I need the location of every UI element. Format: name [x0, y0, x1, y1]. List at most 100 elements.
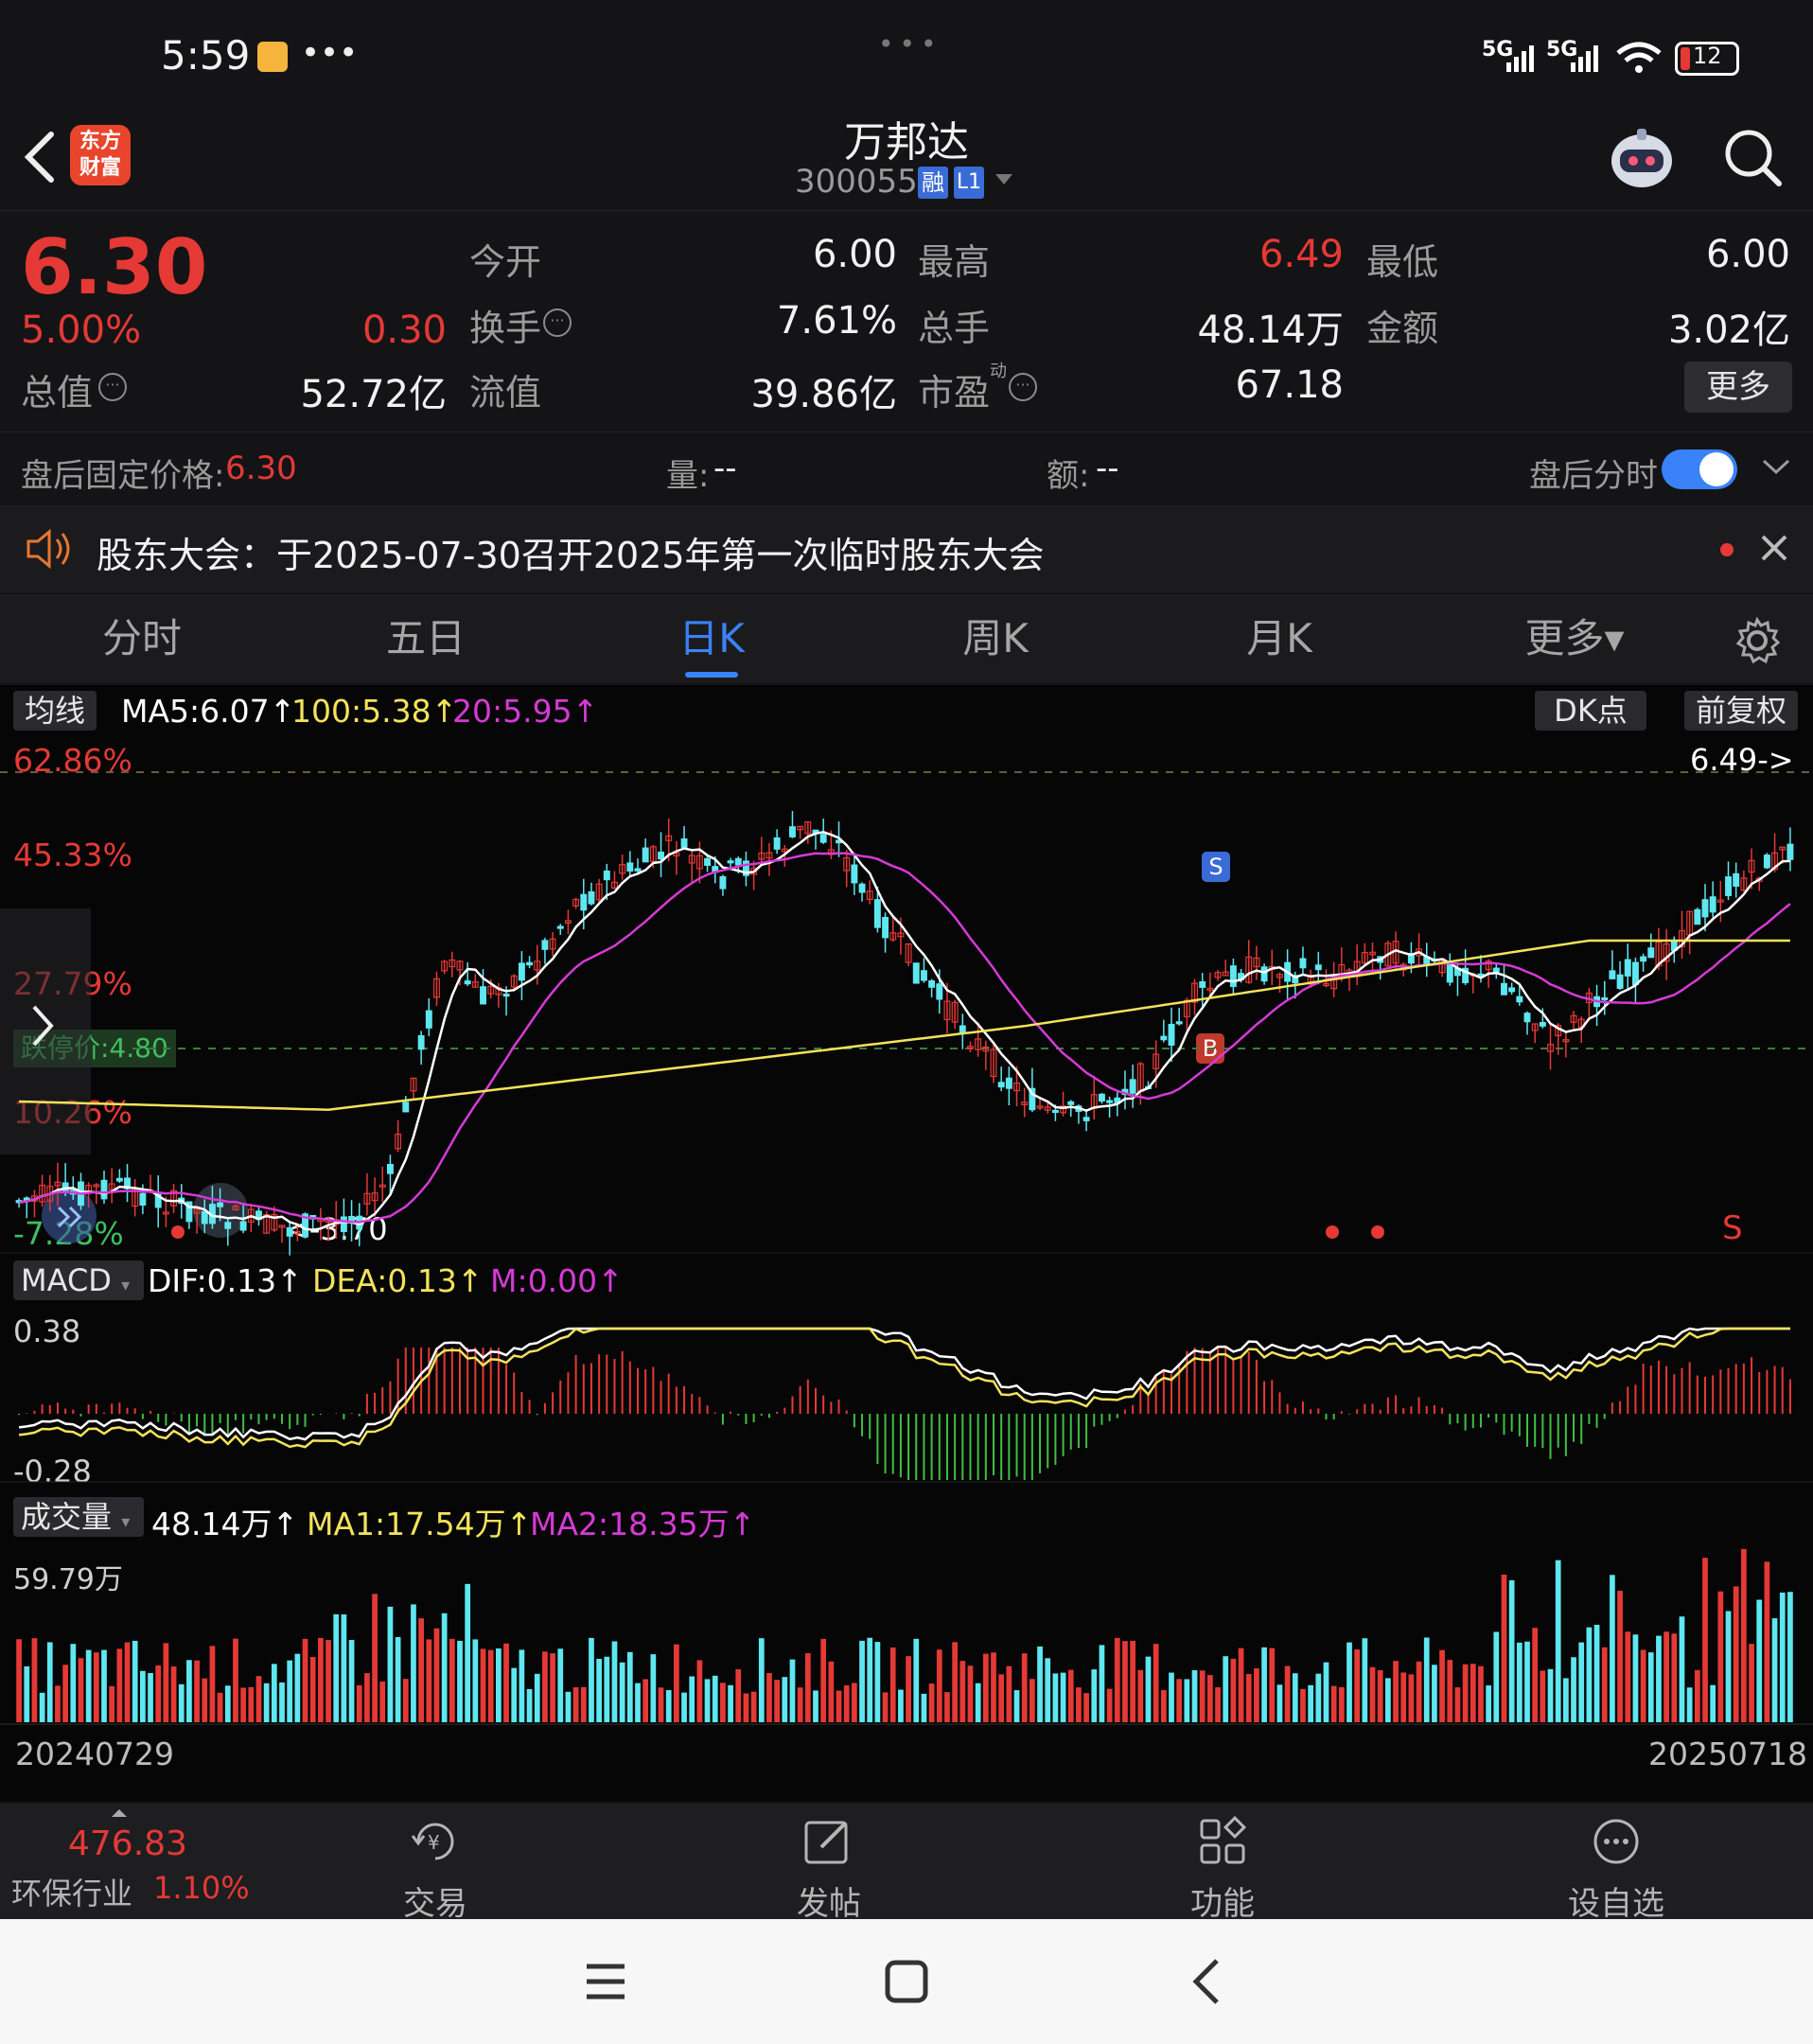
volume-bar [155, 1665, 162, 1722]
ah-volume-label: 量: [666, 457, 710, 495]
volume-bar [1516, 1642, 1523, 1722]
volume-bar [1741, 1548, 1747, 1722]
volume-bar [70, 1644, 77, 1722]
volume-bar [1764, 1561, 1770, 1722]
menu-icon[interactable] [583, 1961, 628, 2002]
functions-button[interactable]: 功能 [1128, 1804, 1317, 1924]
trade-button[interactable]: ¥ 交易 [341, 1804, 530, 1924]
volume-bar [789, 1659, 796, 1722]
volume-bar [101, 1649, 107, 1722]
candle-body [541, 940, 549, 950]
search-icon[interactable] [1722, 127, 1785, 189]
candle-body [959, 1025, 966, 1034]
volume-bar [1679, 1616, 1685, 1722]
tab-monthly-k[interactable]: 月K [1185, 594, 1374, 683]
volume-bar [294, 1653, 301, 1722]
info-icon[interactable]: ··· [98, 373, 127, 401]
volume-bar [928, 1683, 935, 1722]
candle-body [920, 970, 927, 981]
info-icon[interactable]: ··· [1009, 373, 1037, 401]
volume-bar [1787, 1592, 1793, 1722]
mktcap-value: 52.72亿 [300, 373, 447, 416]
volume-bar [596, 1659, 602, 1722]
close-icon[interactable] [1758, 532, 1790, 564]
tab-daily-k[interactable]: 日K [617, 594, 806, 683]
chart-canvas [0, 771, 1813, 1725]
candle-body [642, 847, 649, 863]
tab-more[interactable]: 更多▾ [1480, 594, 1669, 683]
tab-weekly-k[interactable]: 周K [901, 594, 1090, 683]
volume-bar [372, 1594, 378, 1722]
chevron-down-icon[interactable] [1760, 455, 1792, 478]
ah-toggle-label: 盘后分时 [1529, 457, 1658, 495]
after-hours-toggle[interactable] [1662, 449, 1737, 489]
ah-amount-value: -- [1096, 449, 1119, 487]
code-dropdown-icon[interactable] [995, 174, 1012, 185]
volume-bar [16, 1639, 22, 1722]
volume-bar [287, 1660, 293, 1722]
robot-assistant-icon[interactable] [1605, 123, 1679, 191]
gear-icon[interactable] [1734, 617, 1781, 664]
candle-body [1492, 967, 1500, 973]
expand-up-icon [112, 1809, 127, 1817]
volume-bar [1478, 1665, 1484, 1722]
candle-body [727, 860, 734, 864]
candle-body [773, 837, 781, 850]
candle-body [556, 925, 564, 929]
speaker-icon [26, 528, 70, 570]
info-icon[interactable]: ··· [543, 308, 572, 337]
back-nav-icon[interactable] [1187, 1957, 1224, 2006]
volume-bar [426, 1639, 432, 1722]
volume-bar [1756, 1599, 1763, 1722]
add-watchlist-button[interactable]: 设自选 [1522, 1804, 1711, 1924]
volume-bar [1169, 1672, 1174, 1722]
candle-body [1609, 970, 1616, 979]
volume-bar [557, 1648, 564, 1722]
volume-bar [326, 1640, 331, 1722]
tab-intraday[interactable]: 分时 [47, 594, 237, 683]
volume-bar [1254, 1668, 1259, 1722]
volume-bar [1207, 1675, 1213, 1722]
volume-bar [1300, 1688, 1306, 1722]
volume-bar [836, 1690, 842, 1722]
volume-bar [1447, 1660, 1453, 1722]
stock-name: 万邦达 [844, 118, 969, 167]
volume-bar [665, 1690, 672, 1722]
volume-bar [1710, 1684, 1716, 1722]
industry-name: 环保行业 [11, 1876, 133, 1912]
volume-bar [1454, 1687, 1461, 1722]
candle-body [1260, 966, 1268, 982]
volume-bar [1160, 1690, 1167, 1722]
notice-bar[interactable]: 股东大会：于2025-07-30召开2025年第一次临时股东大会 [0, 505, 1813, 592]
volume-bar [797, 1687, 803, 1722]
volume-bar [1555, 1559, 1561, 1722]
volume-bar [1647, 1652, 1654, 1722]
signal-bars-icon [1506, 45, 1534, 72]
volume-bar [148, 1673, 153, 1722]
volume-bar [1532, 1628, 1539, 1722]
candle-body [580, 893, 588, 911]
more-button[interactable]: 更多 [1684, 361, 1792, 413]
volume-bar [1153, 1644, 1159, 1722]
volume-value: 48.14万 [1197, 308, 1344, 352]
volume-bar [480, 1648, 486, 1722]
volume-bar [1640, 1649, 1646, 1722]
volume-bar [889, 1648, 896, 1722]
candle-body [997, 1082, 1005, 1088]
volume-bar [959, 1661, 966, 1722]
volume-bar [975, 1683, 981, 1722]
candle-body [936, 983, 943, 1000]
volume-bar [704, 1679, 711, 1722]
home-square-icon[interactable] [884, 1959, 929, 2004]
kline-chart-area[interactable]: 均线 MA5:6.07↑ 100:5.38↑ 20:5.95↑ DK点 前复权 … [0, 685, 1813, 1802]
post-button[interactable]: 发帖 [734, 1804, 924, 1924]
candle-body [1098, 1093, 1105, 1102]
tab-five-day[interactable]: 五日 [331, 594, 520, 683]
volume-bar [1578, 1642, 1585, 1722]
industry-index-widget[interactable]: 476.83 环保行业 1.10% [0, 1804, 250, 1919]
amount-label: 金额 [1366, 308, 1439, 349]
volume-bar [1060, 1672, 1066, 1722]
candle-body [1160, 1035, 1168, 1041]
volume-bar [1540, 1670, 1546, 1722]
volume-bar [1632, 1634, 1639, 1722]
